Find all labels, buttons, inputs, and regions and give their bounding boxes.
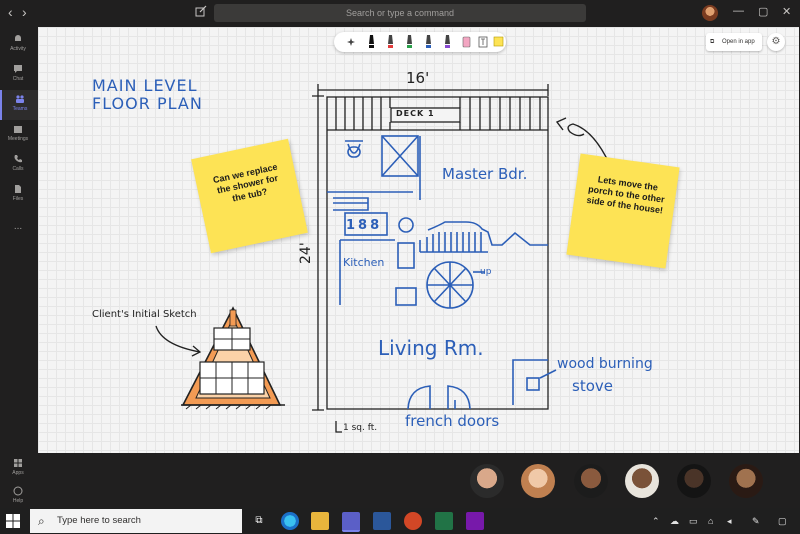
- a-frame-sketch: [181, 306, 285, 410]
- participant-avatar[interactable]: [470, 464, 504, 498]
- sticky-note-porch[interactable]: Lets move the porch to the other side of…: [566, 153, 680, 269]
- participant-avatar[interactable]: [677, 464, 711, 498]
- edge-icon[interactable]: [281, 512, 299, 530]
- taskbar-search[interactable]: ⌕ Type here to search: [30, 509, 242, 533]
- file-explorer-icon[interactable]: [311, 512, 329, 530]
- sticky-note-text: Lets move the porch to the other side of…: [585, 174, 666, 216]
- excel-icon[interactable]: [435, 512, 453, 530]
- network-icon[interactable]: ⌂: [708, 516, 713, 526]
- onenote-icon[interactable]: [466, 512, 484, 530]
- height-dimension: 24': [298, 242, 314, 264]
- living-room-label: Living Rm.: [378, 336, 484, 360]
- participant-avatar[interactable]: [625, 464, 659, 498]
- pen-icon[interactable]: ✎: [752, 516, 760, 527]
- sticky-note-text: Can we replace the shower for the tub?: [212, 161, 279, 204]
- width-dimension: 16': [406, 69, 430, 87]
- chevron-up-icon[interactable]: ⌃: [652, 516, 660, 527]
- windows-taskbar: ⌕ Type here to search ⧉ ⌃ ☁ ▭ ⌂ ◂ ✎ ▢: [0, 508, 800, 534]
- deck-label: DECK 1: [396, 109, 435, 118]
- stove-label-line2: stove: [572, 377, 613, 395]
- notifications-icon[interactable]: ▢: [778, 516, 787, 527]
- sketch-label: Client's Initial Sketch: [92, 309, 197, 320]
- windows-start-icon[interactable]: [6, 514, 20, 528]
- stairs-up-label: up: [480, 267, 492, 277]
- task-view-icon[interactable]: ⧉: [250, 512, 268, 530]
- stove-burner-label: 188: [346, 218, 383, 233]
- powerpoint-icon[interactable]: [404, 512, 422, 530]
- taskbar-search-placeholder: Type here to search: [57, 515, 141, 526]
- scale-label: 1 sq. ft.: [343, 423, 378, 433]
- stove-label-line1: wood burning: [557, 356, 653, 372]
- sticky-note-shower[interactable]: Can we replace the shower for the tub?: [191, 138, 308, 254]
- master-bedroom-label: Master Bdr.: [442, 165, 528, 183]
- kitchen-label: Kitchen: [343, 256, 385, 269]
- participant-avatar[interactable]: [574, 464, 608, 498]
- french-doors-label: french doors: [405, 412, 500, 430]
- volume-icon[interactable]: ◂: [727, 516, 732, 527]
- search-icon: ⌕: [38, 514, 45, 528]
- teams-app-icon[interactable]: [342, 512, 360, 532]
- floor-plan-drawing: [155, 84, 614, 433]
- participant-avatar[interactable]: [729, 464, 763, 498]
- cloud-icon[interactable]: ☁: [670, 516, 679, 527]
- participant-avatar[interactable]: [521, 464, 555, 498]
- battery-icon[interactable]: ▭: [689, 516, 698, 527]
- word-icon[interactable]: [373, 512, 391, 530]
